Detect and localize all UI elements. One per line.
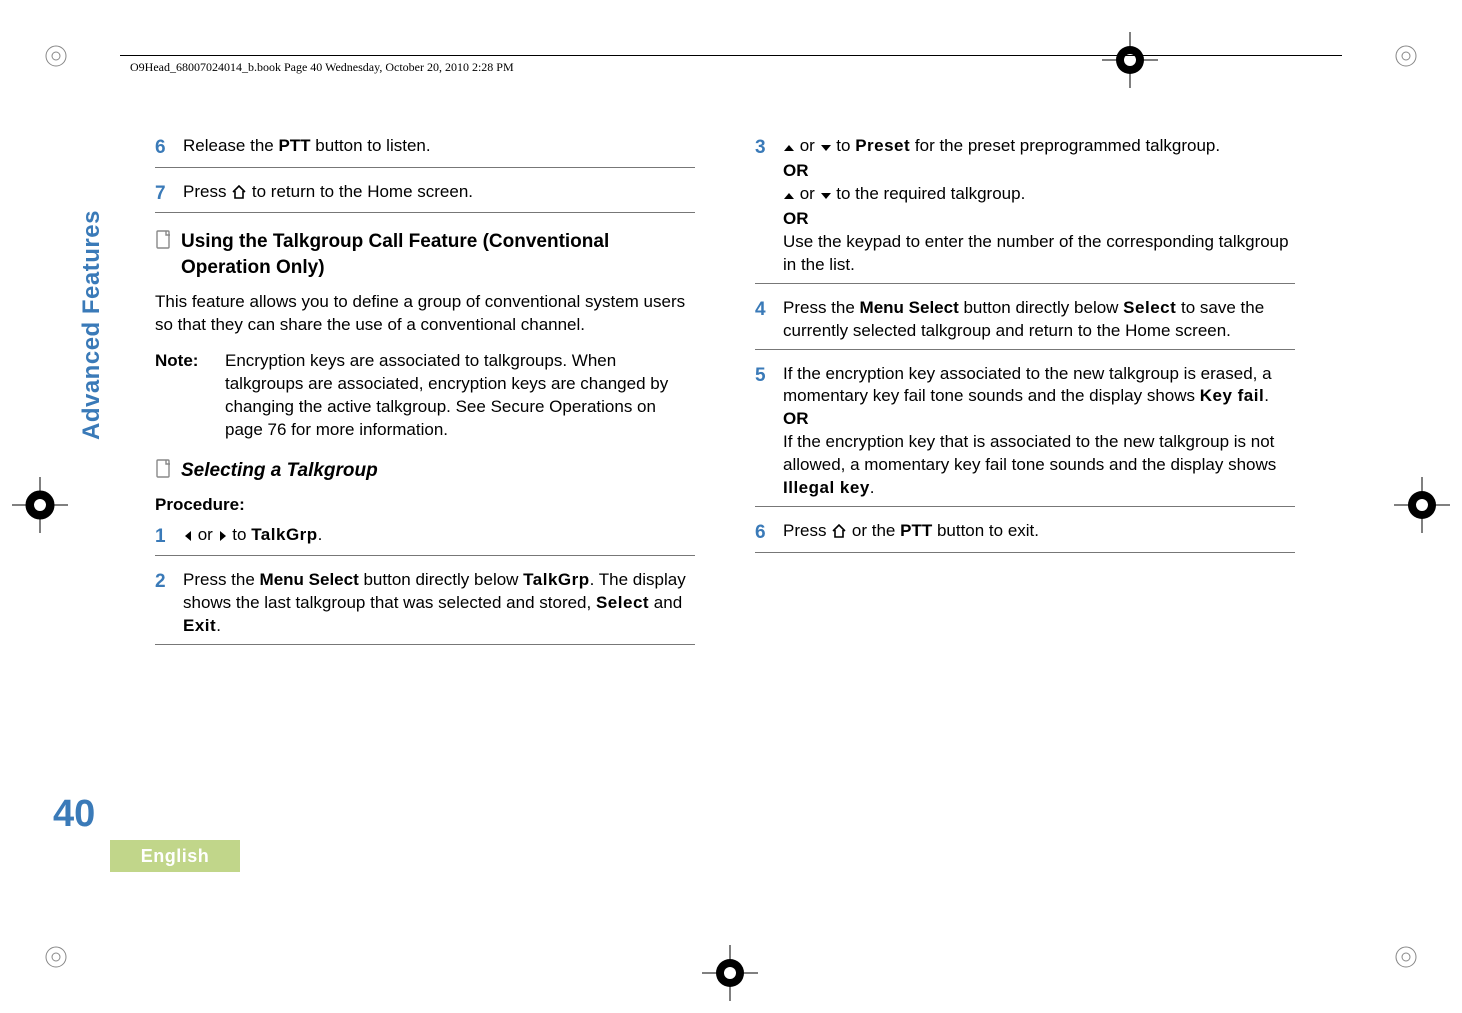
or-label: OR bbox=[783, 160, 1295, 183]
step-5: 5 If the encryption key associated to th… bbox=[755, 360, 1295, 508]
step-number: 1 bbox=[155, 524, 183, 550]
cross-mark-bottom bbox=[700, 943, 760, 1003]
crop-mark-tl bbox=[42, 42, 70, 70]
step-text: Press the Menu Select button directly be… bbox=[783, 297, 1295, 343]
step-6: 6 Release the PTT button to listen. bbox=[155, 132, 695, 168]
step-2: 2 Press the Menu Select button directly … bbox=[155, 566, 695, 645]
sidebar-section-label: Advanced Features bbox=[78, 210, 106, 440]
language-badge: English bbox=[110, 840, 240, 872]
home-icon bbox=[231, 183, 247, 206]
crop-mark-br bbox=[1392, 943, 1420, 971]
step-number: 6 bbox=[155, 135, 183, 161]
home-icon bbox=[831, 522, 847, 545]
step-7: 7 Press to return to the Home screen. bbox=[155, 178, 695, 214]
heading-text: Selecting a Talkgroup bbox=[181, 458, 378, 484]
body-paragraph: This feature allows you to define a grou… bbox=[155, 291, 695, 337]
crop-mark-tr bbox=[1392, 42, 1420, 70]
note-label: Note: bbox=[155, 350, 225, 442]
left-arrow-icon bbox=[183, 526, 193, 549]
or-label: OR bbox=[783, 208, 1295, 231]
step-6-right: 6 Press or the PTT button to exit. bbox=[755, 517, 1295, 553]
step-number: 2 bbox=[155, 569, 183, 638]
step-number: 6 bbox=[755, 520, 783, 546]
down-arrow-icon bbox=[820, 137, 832, 160]
or-label: OR bbox=[783, 408, 1295, 431]
heading-selecting-talkgroup: Selecting a Talkgroup bbox=[155, 458, 695, 484]
crop-mark-bl bbox=[42, 943, 70, 971]
header-text: O9Head_68007024014_b.book Page 40 Wednes… bbox=[130, 60, 514, 75]
step-3: 3 or to Preset for the preset preprogram… bbox=[755, 132, 1295, 284]
document-icon bbox=[155, 229, 181, 250]
down-arrow-icon bbox=[820, 185, 832, 208]
up-arrow-icon bbox=[783, 137, 795, 160]
heading-talkgroup-feature: Using the Talkgroup Call Feature (Conven… bbox=[155, 229, 695, 280]
note-block: Note: Encryption keys are associated to … bbox=[155, 350, 695, 442]
step-text: Press the Menu Select button directly be… bbox=[183, 569, 695, 638]
cross-mark-left bbox=[10, 475, 70, 535]
left-column: 6 Release the PTT button to listen. 7 Pr… bbox=[155, 132, 695, 655]
document-icon bbox=[155, 458, 181, 479]
step-4: 4 Press the Menu Select button directly … bbox=[755, 294, 1295, 350]
right-column: 3 or to Preset for the preset preprogram… bbox=[755, 132, 1295, 655]
note-body: Encryption keys are associated to talkgr… bbox=[225, 350, 695, 442]
step-1: 1 or to TalkGrp. bbox=[155, 521, 695, 557]
step-text: Press or the PTT button to exit. bbox=[783, 520, 1295, 546]
step-number: 7 bbox=[155, 181, 183, 207]
step-text: or to Preset for the preset preprogramme… bbox=[783, 135, 1295, 277]
heading-text: Using the Talkgroup Call Feature (Conven… bbox=[181, 229, 695, 280]
cross-mark-right bbox=[1392, 475, 1452, 535]
body-text: Use the keypad to enter the number of th… bbox=[783, 232, 1289, 274]
step-number: 4 bbox=[755, 297, 783, 343]
step-text: Release the PTT button to listen. bbox=[183, 135, 695, 161]
step-number: 5 bbox=[755, 363, 783, 501]
page-number: 40 bbox=[53, 793, 95, 836]
step-text: Press to return to the Home screen. bbox=[183, 181, 695, 207]
step-text: or to TalkGrp. bbox=[183, 524, 695, 550]
step-number: 3 bbox=[755, 135, 783, 277]
step-text: If the encryption key associated to the … bbox=[783, 363, 1295, 501]
up-arrow-icon bbox=[783, 185, 795, 208]
cross-mark-top bbox=[1100, 30, 1160, 90]
header-rule bbox=[120, 55, 1342, 56]
procedure-label: Procedure: bbox=[155, 494, 695, 517]
right-arrow-icon bbox=[218, 526, 228, 549]
